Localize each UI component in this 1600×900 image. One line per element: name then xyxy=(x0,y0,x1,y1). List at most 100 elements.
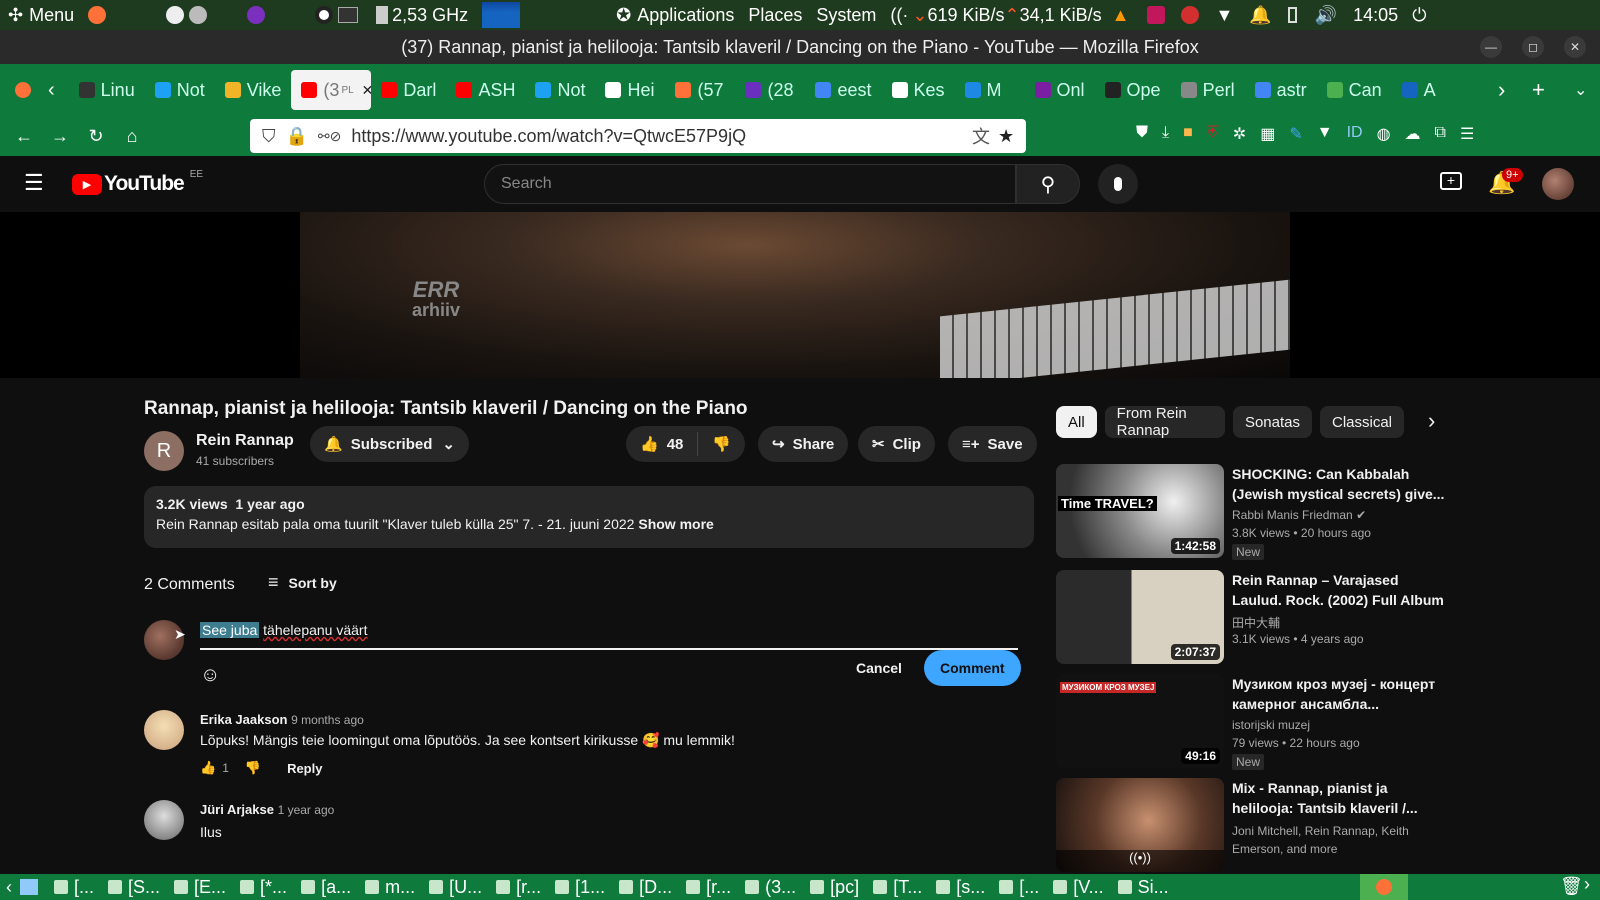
tab[interactable]: Vike xyxy=(215,70,292,110)
taskbar-window-button[interactable]: [r... xyxy=(686,877,731,898)
maximize-button[interactable]: ◻ xyxy=(1522,36,1544,58)
tray-app-icon[interactable] xyxy=(1147,6,1166,24)
notification-tray-icon[interactable]: 🔔 xyxy=(1249,5,1271,26)
extension-1-icon[interactable]: ■ xyxy=(1183,124,1193,144)
tracking-protection-icon[interactable]: ⛉ xyxy=(262,126,276,147)
comment-author[interactable]: Jüri Arjakse xyxy=(200,802,274,817)
search-input[interactable]: Search xyxy=(484,164,1016,204)
sort-by-button[interactable]: ≡ Sort by xyxy=(268,572,337,593)
tab[interactable]: (57 xyxy=(665,70,735,110)
channel-avatar[interactable]: R xyxy=(144,431,184,471)
commenter-avatar[interactable] xyxy=(144,800,184,840)
clock[interactable]: 14:05 xyxy=(1353,5,1398,26)
subscribed-button[interactable]: 🔔 Subscribed ⌄ xyxy=(310,426,469,462)
url-text[interactable]: https://www.youtube.com/watch?v=QtwcE57P… xyxy=(351,126,746,147)
tab[interactable]: Not xyxy=(525,70,595,110)
commenter-avatar[interactable] xyxy=(144,710,184,750)
tab[interactable]: Linu xyxy=(69,70,145,110)
recommendation-item[interactable]: МУЗИКОМ КРОЗ МУЗЕЈ 49:16 Музиком кроз му… xyxy=(1056,674,1456,770)
tab[interactable]: A xyxy=(1392,70,1462,110)
chip-from-channel[interactable]: From Rein Rannap xyxy=(1104,406,1225,438)
taskbar-window-button[interactable]: [E... xyxy=(174,877,226,898)
chip-all[interactable]: All xyxy=(1056,406,1097,438)
show-more-link[interactable]: Show more xyxy=(638,516,713,532)
tab[interactable]: Perl xyxy=(1171,70,1245,110)
extensions-icon[interactable]: ⧉ xyxy=(1435,124,1446,144)
tab-active[interactable]: (3 PL ✕ xyxy=(291,70,372,110)
tab[interactable]: ASH xyxy=(446,70,525,110)
tray-record-icon[interactable] xyxy=(1181,6,1200,24)
taskbar-window-button[interactable]: [U... xyxy=(429,877,482,898)
taskbar-window-button[interactable]: m... xyxy=(365,877,415,898)
app-menu-icon[interactable]: ☰ xyxy=(1460,124,1474,144)
extension-8-icon[interactable]: ☁ xyxy=(1405,124,1421,144)
taskbar-window-button[interactable]: [*... xyxy=(240,877,287,898)
app-launcher-icon[interactable] xyxy=(166,6,185,24)
clip-button[interactable]: ✂ Clip xyxy=(858,426,935,462)
share-button[interactable]: ↪ Share xyxy=(758,426,849,462)
tabs-scroll-left-icon[interactable]: ‹ xyxy=(48,79,55,102)
bookmark-star-icon[interactable]: ★ xyxy=(998,126,1014,147)
taskbar-window-button[interactable]: Si... xyxy=(1117,877,1169,898)
taskbar-window-button[interactable]: (3... xyxy=(745,877,796,898)
youtube-logo[interactable]: ▶ YouTube EE xyxy=(72,169,203,196)
taskbar-window-button[interactable]: [r... xyxy=(496,877,541,898)
taskbar-window-button[interactable]: [T... xyxy=(873,877,922,898)
tab[interactable]: astr xyxy=(1245,70,1317,110)
comment-author[interactable]: Erika Jaakson xyxy=(200,712,287,727)
video-player[interactable]: ERR arhiiv xyxy=(0,212,1600,378)
taskbar-window-button[interactable]: [... xyxy=(54,877,94,898)
power-icon[interactable]: ⏻ xyxy=(1412,5,1426,26)
guide-menu-icon[interactable]: ☰ xyxy=(24,170,44,196)
comment-dislike-icon[interactable]: 👎 xyxy=(245,760,261,776)
lock-icon[interactable]: 🔒 xyxy=(286,126,308,147)
close-tab-icon[interactable]: ✕ xyxy=(362,82,372,99)
chips-next-icon[interactable]: › xyxy=(1428,408,1435,434)
chip-sonatas[interactable]: Sonatas xyxy=(1232,406,1312,438)
pocket-icon[interactable]: ⛊ xyxy=(1136,124,1148,144)
extension-3-icon[interactable]: ▦ xyxy=(1260,124,1275,144)
permissions-icon[interactable]: ⚯⊘ xyxy=(318,128,341,145)
taskbar-window-button[interactable]: [pc] xyxy=(810,877,859,898)
comment-age[interactable]: 1 year ago xyxy=(278,803,335,817)
volume-icon[interactable]: 🔊 xyxy=(1315,5,1337,26)
home-button[interactable]: ⌂ xyxy=(114,118,150,154)
voice-search-button[interactable] xyxy=(1098,164,1138,204)
tabs-scroll-right-icon[interactable]: › xyxy=(1498,77,1505,103)
channel-name[interactable]: Rein Rannap xyxy=(196,432,294,450)
vlc-icon[interactable]: ▲ xyxy=(1112,5,1130,26)
account-avatar[interactable] xyxy=(1542,168,1574,200)
taskbar-window-button[interactable]: [s... xyxy=(936,877,985,898)
save-button[interactable]: ≡+ Save xyxy=(948,426,1037,462)
tab[interactable]: Can xyxy=(1317,70,1392,110)
system-menu[interactable]: System xyxy=(816,5,876,26)
tab[interactable]: Kes xyxy=(882,70,955,110)
comment-input[interactable]: See juba tähelepanu väärt xyxy=(200,622,1018,650)
translate-icon[interactable]: 文 xyxy=(972,123,990,149)
trash-icon[interactable]: 🗑 xyxy=(1560,876,1583,897)
extension-2-icon[interactable]: ✲ xyxy=(1233,124,1246,144)
tab[interactable]: Hei xyxy=(595,70,665,110)
comment-submit-button[interactable]: Comment xyxy=(924,650,1021,686)
show-desktop-icon[interactable] xyxy=(20,879,38,895)
taskbar-window-button[interactable]: [a... xyxy=(301,877,351,898)
taskbar-window-button[interactable]: [S... xyxy=(108,877,160,898)
extension-4-icon[interactable]: ✎ xyxy=(1289,124,1302,144)
tab[interactable]: Not xyxy=(145,70,215,110)
tab[interactable]: Darl xyxy=(371,70,446,110)
minimize-button[interactable]: — xyxy=(1480,36,1502,58)
taskbar-window-button[interactable]: [... xyxy=(999,877,1039,898)
new-tab-button[interactable]: + xyxy=(1532,77,1545,103)
applications-menu[interactable]: ✪ Applications xyxy=(616,5,734,26)
reload-button[interactable]: ↻ xyxy=(78,118,114,154)
comment-age[interactable]: 9 months ago xyxy=(291,713,364,727)
comment-like-icon[interactable]: 👍 xyxy=(200,760,216,776)
extension-7-icon[interactable]: ◍ xyxy=(1377,124,1391,144)
url-bar[interactable]: ⛉ 🔒 ⚯⊘ https://www.youtube.com/watch?v=Q… xyxy=(250,119,1026,153)
terminal-launcher-icon[interactable] xyxy=(338,7,359,23)
taskbar-window-button[interactable]: [1... xyxy=(555,877,605,898)
list-all-tabs-icon[interactable]: ⌄ xyxy=(1574,80,1587,100)
wifi-tray-icon[interactable]: ▼ xyxy=(1215,5,1233,26)
extension-6-icon[interactable]: ID xyxy=(1347,124,1363,144)
back-button[interactable]: ← xyxy=(6,118,42,154)
